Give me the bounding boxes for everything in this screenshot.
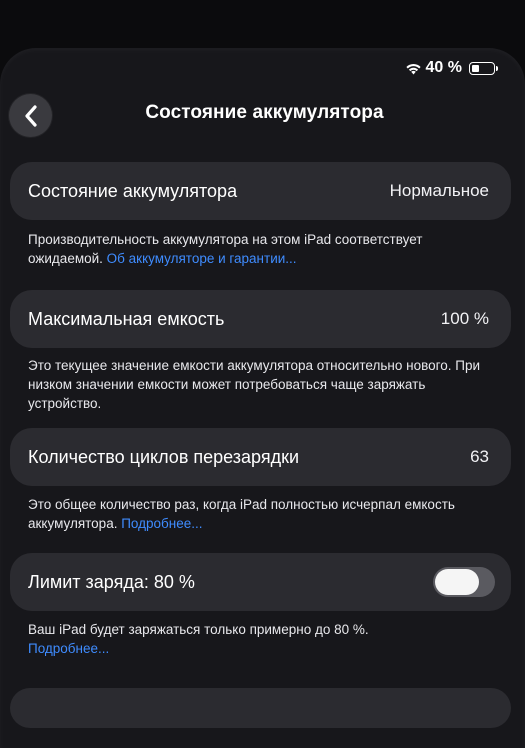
max-capacity-row: Максимальная емкость 100 %	[10, 290, 511, 348]
battery-percent: 40 %	[425, 59, 462, 76]
max-capacity-note-text: Это текущее значение емкости аккумулятор…	[28, 358, 480, 411]
battery-health-label: Состояние аккумулятора	[28, 180, 238, 201]
charge-limit-more-link[interactable]: Подробнее...	[28, 639, 485, 658]
battery-health-note: Производительность аккумулятора на этом …	[28, 230, 485, 268]
cycle-count-label: Количество циклов перезарядки	[28, 446, 300, 467]
charge-limit-note-text: Ваш iPad будет заряжаться только примерн…	[28, 622, 369, 637]
cycle-count-note: Это общее количество раз, когда iPad пол…	[28, 495, 485, 533]
charge-limit-row: Лимит заряда: 80 %	[10, 553, 511, 611]
battery-health-value: Нормальное	[389, 181, 489, 200]
battery-icon	[469, 61, 498, 75]
toggle-knob	[435, 569, 479, 595]
wifi-icon	[405, 62, 422, 75]
cycle-count-row: Количество циклов перезарядки 63	[10, 428, 511, 486]
cycle-count-value: 63	[470, 447, 489, 466]
charge-limit-note: Ваш iPad будет заряжаться только примерн…	[28, 620, 485, 658]
status-bar: 40 %	[405, 58, 498, 78]
page-title: Состояние аккумулятора	[145, 102, 384, 123]
charge-limit-toggle[interactable]	[433, 567, 495, 597]
battery-health-row: Состояние аккумулятора Нормальное	[10, 162, 511, 220]
max-capacity-value: 100 %	[440, 309, 489, 328]
cycle-count-more-link[interactable]: Подробнее...	[121, 516, 202, 531]
cycle-count-note-text: Это общее количество раз, когда iPad пол…	[28, 497, 455, 531]
next-row-partial	[10, 688, 511, 728]
charge-limit-label: Лимит заряда: 80 %	[28, 571, 195, 592]
max-capacity-note: Это текущее значение емкости аккумулятор…	[28, 356, 485, 413]
battery-warranty-link[interactable]: Об аккумуляторе и гарантии...	[107, 251, 297, 266]
max-capacity-label: Максимальная емкость	[28, 308, 225, 329]
